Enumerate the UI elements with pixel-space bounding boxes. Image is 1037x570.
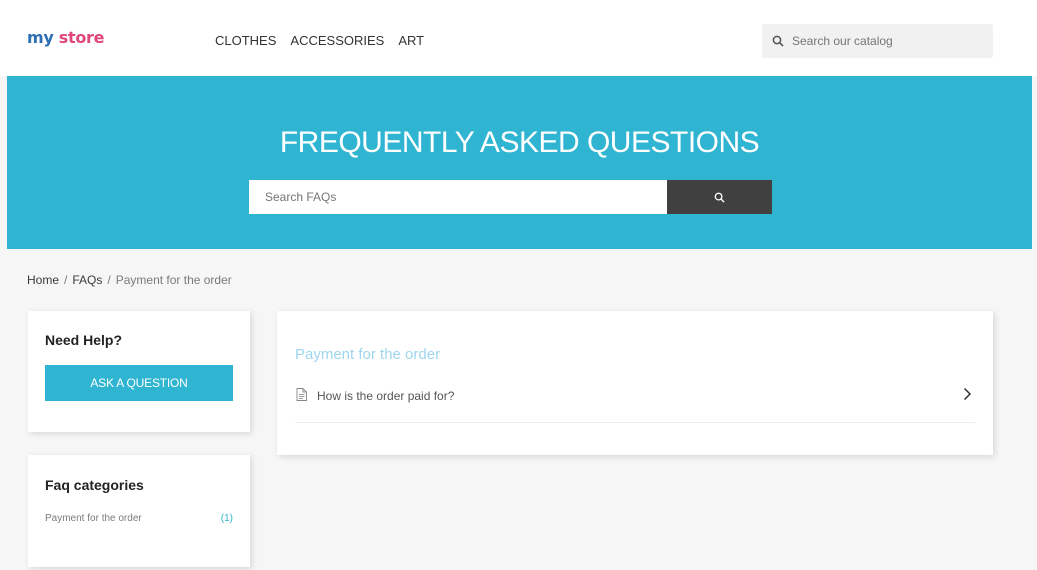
page-title: FREQUENTLY ASKED QUESTIONS [279, 126, 760, 159]
need-help-card: Need Help? ASK A QUESTION [28, 311, 250, 432]
search-icon [714, 192, 725, 203]
nav-item-accessories[interactable]: ACCESSORIES [290, 33, 384, 48]
faq-category-card: Payment for the order How is the order p… [277, 311, 993, 455]
faq-banner: FREQUENTLY ASKED QUESTIONS [7, 76, 1032, 249]
category-name[interactable]: Payment for the order [45, 513, 142, 524]
need-help-title: Need Help? [45, 332, 123, 348]
search-icon[interactable] [772, 35, 784, 47]
faq-search-button[interactable] [667, 180, 772, 214]
breadcrumb-current: Payment for the order [115, 273, 232, 287]
chevron-right-icon[interactable] [961, 387, 973, 401]
faq-categories-card: Faq categories Payment for the order (1) [28, 455, 250, 567]
faq-search-input[interactable] [249, 180, 668, 214]
breadcrumb-home[interactable]: Home [27, 273, 59, 287]
ask-question-button[interactable]: ASK A QUESTION [45, 365, 233, 401]
category-count: (1) [220, 513, 233, 524]
catalog-search [762, 24, 993, 58]
breadcrumb-faqs[interactable]: FAQs [72, 273, 102, 287]
catalog-search-input[interactable] [792, 34, 982, 48]
document-icon [296, 388, 307, 401]
logo-text-my: my [27, 28, 59, 47]
breadcrumb-separator: / [64, 273, 68, 287]
category-item[interactable]: Payment for the order (1) [45, 513, 233, 524]
faq-question-item[interactable]: How is the order paid for? [295, 381, 975, 423]
category-heading: Payment for the order [295, 346, 441, 363]
nav-item-clothes[interactable]: CLOTHES [215, 33, 276, 48]
faq-question-text[interactable]: How is the order paid for? [317, 389, 454, 403]
header: my store CLOTHES ACCESSORIES ART [0, 0, 1037, 76]
faq-categories-title: Faq categories [45, 477, 144, 493]
main-nav: CLOTHES ACCESSORIES ART [215, 33, 424, 48]
nav-item-art[interactable]: ART [398, 33, 424, 48]
logo-text-store: store [58, 28, 105, 47]
store-logo[interactable]: my store [27, 28, 105, 47]
breadcrumb: Home / FAQs / Payment for the order [27, 273, 232, 287]
breadcrumb-separator: / [107, 273, 111, 287]
